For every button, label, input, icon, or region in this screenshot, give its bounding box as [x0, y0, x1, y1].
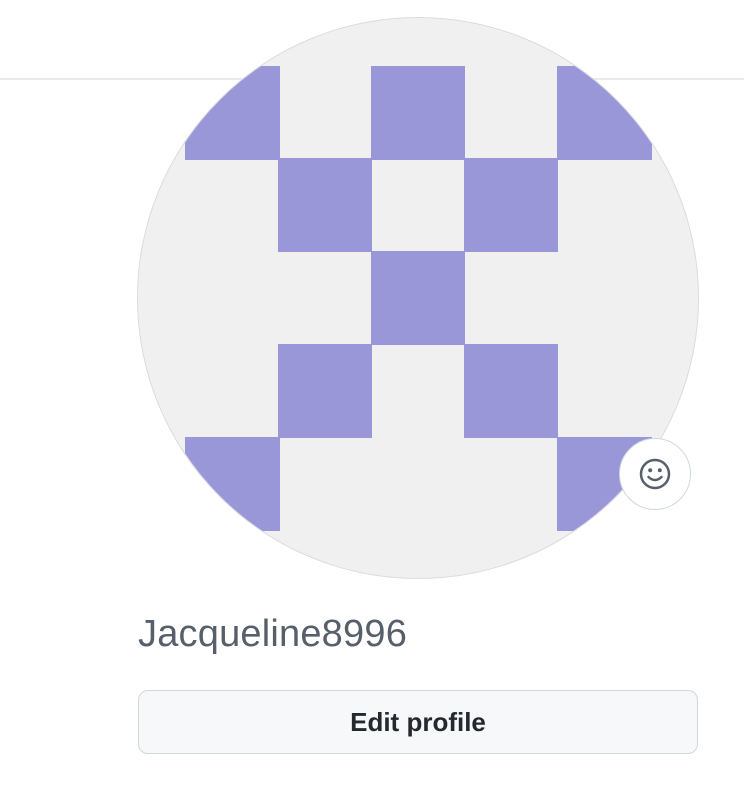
identicon-icon — [138, 18, 698, 578]
avatar-container — [138, 18, 698, 578]
set-status-button[interactable] — [619, 438, 691, 510]
edit-profile-button[interactable]: Edit profile — [138, 690, 698, 754]
smiley-icon — [639, 458, 671, 490]
profile-sidebar: Jacqueline8996 Edit profile — [0, 0, 744, 788]
avatar[interactable] — [138, 18, 698, 578]
username: Jacqueline8996 — [138, 613, 408, 655]
